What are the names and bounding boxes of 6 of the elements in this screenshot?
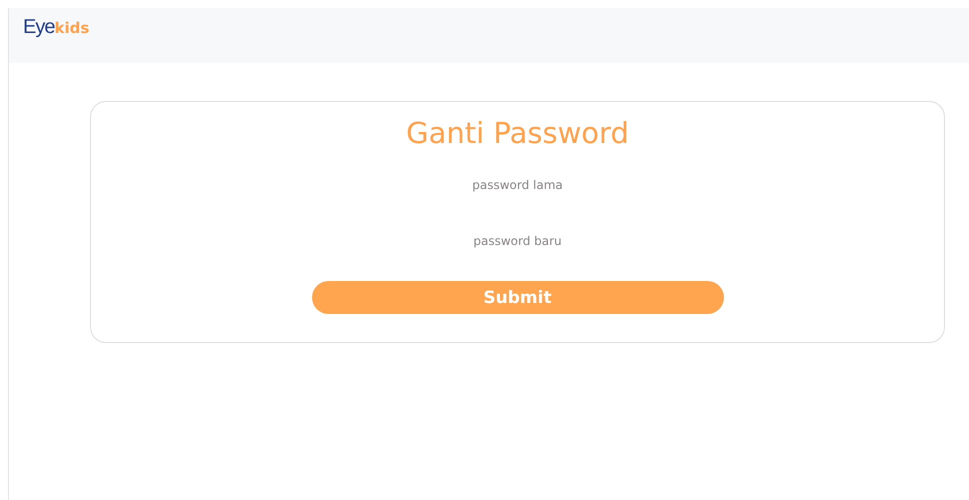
logo-text: Eye bbox=[23, 16, 54, 39]
logo-text-suffix: kids bbox=[54, 19, 90, 37]
submit-button[interactable]: Submit bbox=[312, 281, 724, 314]
page-title: Ganti Password bbox=[406, 116, 629, 150]
password-field[interactable]: password baru bbox=[366, 230, 670, 252]
password-field[interactable]: password lama bbox=[366, 174, 670, 196]
